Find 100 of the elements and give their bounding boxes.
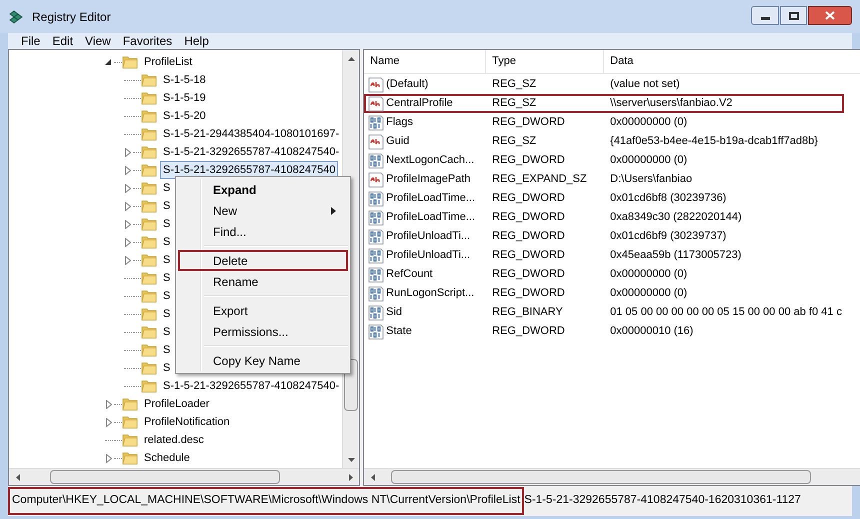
expand-arrow-icon[interactable] [124,256,130,264]
value-row[interactable]: ProfileUnloadTi... REG_DWORD 0x45eaa59b (1173005723) [364,246,844,265]
column-header[interactable]: Name [364,50,486,73]
value-row[interactable]: (Default) REG_SZ (value not set) [364,75,844,94]
folder-icon [141,72,157,88]
status-key-name: S-1-5-21-3292655787-4108247540-1620310361-1127 [524,493,801,508]
column-header[interactable]: Type [486,50,604,73]
value-name: NextLogonCach... [386,153,474,168]
value-row[interactable]: Sid REG_BINARY 01 05 00 00 00 00 00 05 15 00 00 00 ab f0 41 c [364,303,844,322]
binary-value-icon [368,190,384,206]
tree-item[interactable]: ProfileList [141,53,196,71]
scroll-left-icon[interactable] [16,474,20,480]
scrollbar-thumb[interactable] [50,470,280,484]
tree-item[interactable]: S [160,341,174,359]
binary-value-icon [368,304,384,320]
maximize-button[interactable] [780,6,807,25]
tree-item[interactable]: S-1-5-20 [160,107,209,125]
tree-item[interactable]: S [160,233,174,251]
tree-item[interactable]: S [160,197,174,215]
tree-item[interactable]: ProfileLoader [141,395,212,413]
context-menu-item[interactable]: Delete [178,250,348,271]
tree-item[interactable]: ProfileNotification [141,413,233,431]
context-menu-item[interactable]: Expand [178,179,348,200]
scroll-right-icon[interactable] [348,474,353,480]
folder-icon [122,450,138,466]
minimize-button[interactable] [751,6,779,25]
context-menu-item[interactable]: Rename [178,271,348,292]
tree-item[interactable]: Schedule [141,449,193,467]
scroll-down-icon[interactable] [348,458,355,462]
tree-item[interactable]: S-1-5-21-3292655787-4108247540- [160,143,342,161]
value-row[interactable]: Flags REG_DWORD 0x00000000 (0) [364,113,844,132]
value-type: REG_DWORD [491,229,566,244]
value-row[interactable]: State REG_DWORD 0x00000010 (16) [364,322,844,341]
binary-value-icon [368,152,384,168]
value-type: REG_DWORD [491,191,566,206]
folder-icon [141,180,157,196]
folder-icon [122,432,138,448]
tree-item[interactable]: S-1-5-18 [160,71,209,89]
value-row[interactable]: Guid REG_SZ {41af0e53-b4ee-4e15-b19a-dcab1ff7ad8b} [364,132,844,151]
scrollbar-thumb[interactable] [391,470,812,484]
value-row[interactable]: NextLogonCach... REG_DWORD 0x00000000 (0) [364,151,844,170]
tree-item[interactable]: S [160,287,174,305]
tree-item[interactable]: S [160,251,174,269]
tree-item[interactable]: S [160,269,174,287]
tree-item[interactable]: S [160,359,174,377]
value-data: 0x45eaa59b (1173005723) [609,248,742,264]
value-row[interactable]: ProfileLoadTime... REG_DWORD 0x01cd6bf8 (30239736) [364,189,844,208]
value-data: {41af0e53-b4ee-4e15-b19a-dcab1ff7ad8b} [609,134,818,150]
tree-item[interactable]: related.desc [141,431,207,449]
tree-item[interactable]: S [160,215,174,233]
expand-arrow-icon[interactable] [106,400,112,408]
horizontal-scrollbar[interactable] [364,468,860,485]
context-menu-item[interactable]: Find... [178,221,348,242]
value-row[interactable]: RefCount REG_DWORD 0x00000000 (0) [364,265,844,284]
context-menu-item[interactable]: Permissions... [178,321,348,342]
context-menu-item[interactable]: Copy Key Name [178,350,348,371]
tree-item[interactable]: S [160,323,174,341]
value-row[interactable]: ProfileUnloadTi... REG_DWORD 0x01cd6bf9 (30239737) [364,227,844,246]
value-row[interactable]: ProfileImagePath REG_EXPAND_SZ D:\Users\fanbiao [364,170,844,189]
column-header[interactable]: Data [604,50,860,73]
value-row[interactable]: RunLogonScript... REG_DWORD 0x00000000 (0) [364,284,844,303]
value-name: ProfileUnloadTi... [386,229,470,244]
expand-arrow-icon[interactable] [124,184,130,192]
value-data: 0x00000000 (0) [609,286,688,302]
folder-icon [141,216,157,232]
binary-value-icon [368,210,384,226]
expand-arrow-icon[interactable] [124,202,130,210]
value-type: REG_SZ [491,96,538,112]
scroll-up-icon[interactable] [348,56,355,60]
menu-item[interactable]: File [16,32,46,50]
tree-item[interactable]: S-1-5-21-3292655787-4108247540- [160,377,342,395]
value-type: REG_DWORD [491,267,566,282]
value-type: REG_DWORD [491,286,566,302]
tree-item[interactable]: S [160,305,174,323]
tree-item[interactable]: S [160,179,174,197]
scroll-left-icon[interactable] [370,474,375,480]
menu-item[interactable]: Edit [47,32,78,50]
value-data: 0x00000000 (0) [609,267,688,282]
string-value-icon [368,134,384,150]
tree-item[interactable]: S-1-5-21-2944385404-1080101697- [160,125,342,143]
horizontal-scrollbar[interactable] [9,468,360,485]
expand-arrow-icon[interactable] [124,238,130,246]
close-button[interactable] [808,6,852,25]
menu-item[interactable]: Help [179,32,214,50]
expand-arrow-icon[interactable] [106,454,112,462]
context-menu-item[interactable]: Export [178,300,348,321]
value-row[interactable]: ProfileLoadTime... REG_DWORD 0xa8349c30 (2822020144) [364,208,844,227]
expand-arrow-icon[interactable] [124,148,130,156]
value-name: Flags [386,115,414,130]
collapse-arrow-icon[interactable] [105,58,112,66]
expand-arrow-icon[interactable] [106,418,112,426]
folder-icon [141,288,157,304]
context-menu-item[interactable]: New [178,200,348,221]
menu-item[interactable]: View [80,32,116,50]
expand-arrow-icon[interactable] [124,166,130,174]
tree-item[interactable]: S-1-5-19 [160,89,209,107]
value-row[interactable]: CentralProfile REG_SZ \\server\users\fanbiao.V2 [364,94,844,113]
binary-value-icon [368,114,384,130]
menu-item[interactable]: Favorites [118,32,178,50]
expand-arrow-icon[interactable] [124,220,130,228]
